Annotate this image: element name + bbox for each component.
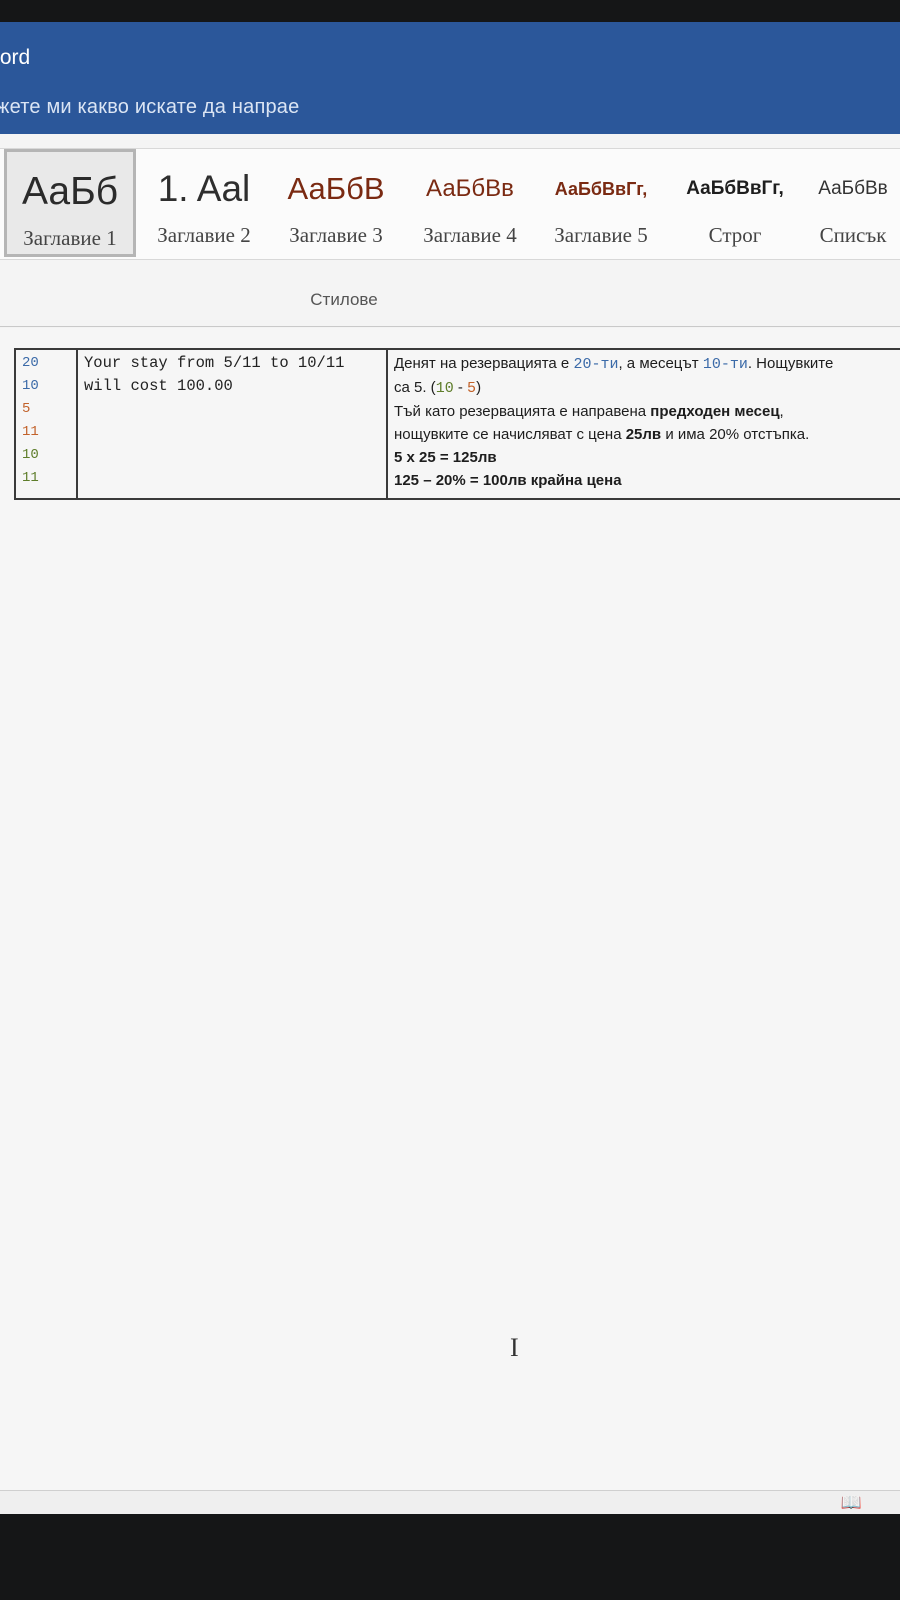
note-line-3: Тъй като резервацията е направена предхо… xyxy=(394,403,784,420)
style-heading-2[interactable]: 1. Aal Заглавие 2 xyxy=(140,149,268,257)
input-line: 10 xyxy=(22,447,39,463)
style-heading-3[interactable]: АаБбВ Заглавие 3 xyxy=(270,149,402,257)
note-line-4: нощувките се начисляват с цена 25лв и им… xyxy=(394,426,810,443)
style-sample: АаБбВвГг, xyxy=(554,179,648,199)
style-name: Заглавие 4 xyxy=(423,223,517,247)
document-page[interactable]: 20 10 5 11 10 11 Your stay from 5/11 to … xyxy=(0,328,900,1490)
table-row: 20 10 5 11 10 11 Your stay from 5/11 to … xyxy=(14,348,900,500)
style-name: Строг xyxy=(708,223,762,247)
style-name: Списък xyxy=(819,223,887,247)
status-bar: 📖 xyxy=(0,1490,900,1514)
note-line-6: 125 – 20% = 100лв крайна цена xyxy=(394,472,622,489)
output-text: Your stay from 5/11 to 10/11 will cost 1… xyxy=(84,354,345,395)
document-table: 20 10 5 11 10 11 Your stay from 5/11 to … xyxy=(14,348,900,500)
note-line-1: Денят на резервацията е 20-ти, а месецът… xyxy=(394,355,834,373)
tell-me-search[interactable]: жете ми какво искате да напрае xyxy=(0,96,299,119)
style-sample: АаБбВвГг, xyxy=(686,178,784,199)
output-cell[interactable]: Your stay from 5/11 to 10/11 will cost 1… xyxy=(76,348,388,500)
style-heading-1[interactable]: АаБб Заглавие 1 xyxy=(4,149,136,257)
styles-gallery: АаБб Заглавие 1 1. Aal Заглавие 2 АаБбВ … xyxy=(0,148,900,260)
read-mode-icon[interactable]: 📖 xyxy=(841,1493,862,1513)
style-sample: АаБбВв xyxy=(818,178,888,199)
input-line: 5 xyxy=(22,401,31,417)
style-strong[interactable]: АаБбВвГг, Строг xyxy=(670,149,800,257)
note-line-2: са 5. (10 - 5) xyxy=(394,379,482,397)
styles-group-label: Стилове xyxy=(310,290,378,309)
word-window: /ord жете ми какво искате да напрае АаБб… xyxy=(0,22,900,1514)
style-name: Заглавие 2 xyxy=(157,223,251,247)
input-line: 11 xyxy=(22,470,39,486)
style-list[interactable]: АаБбВв Списък xyxy=(806,149,900,257)
ribbon: АаБб Заглавие 1 1. Aal Заглавие 2 АаБбВ … xyxy=(0,134,900,327)
app-name: /ord xyxy=(0,46,31,69)
style-sample: АаБбВв xyxy=(426,175,514,202)
text-cursor-icon: I xyxy=(510,1333,519,1362)
note-cell[interactable]: Денят на резервацията е 20-ти, а месецът… xyxy=(386,348,900,500)
style-name: Заглавие 5 xyxy=(554,223,648,247)
input-line: 20 xyxy=(22,355,39,371)
style-sample: 1. Aal xyxy=(157,168,251,209)
style-name: Заглавие 1 xyxy=(23,226,117,250)
style-name: Заглавие 3 xyxy=(289,223,383,247)
input-line: 11 xyxy=(22,424,39,440)
input-cell[interactable]: 20 10 5 11 10 11 xyxy=(14,348,78,500)
style-sample: АаБб xyxy=(21,170,119,213)
style-heading-5[interactable]: АаБбВвГг, Заглавие 5 xyxy=(538,149,664,257)
title-bar: /ord жете ми какво искате да напрае xyxy=(0,22,900,134)
style-heading-4[interactable]: АаБбВв Заглавие 4 xyxy=(404,149,536,257)
input-line: 10 xyxy=(22,378,39,394)
note-line-5: 5 x 25 = 125лв xyxy=(394,449,497,466)
style-sample: АаБбВ xyxy=(287,171,385,206)
